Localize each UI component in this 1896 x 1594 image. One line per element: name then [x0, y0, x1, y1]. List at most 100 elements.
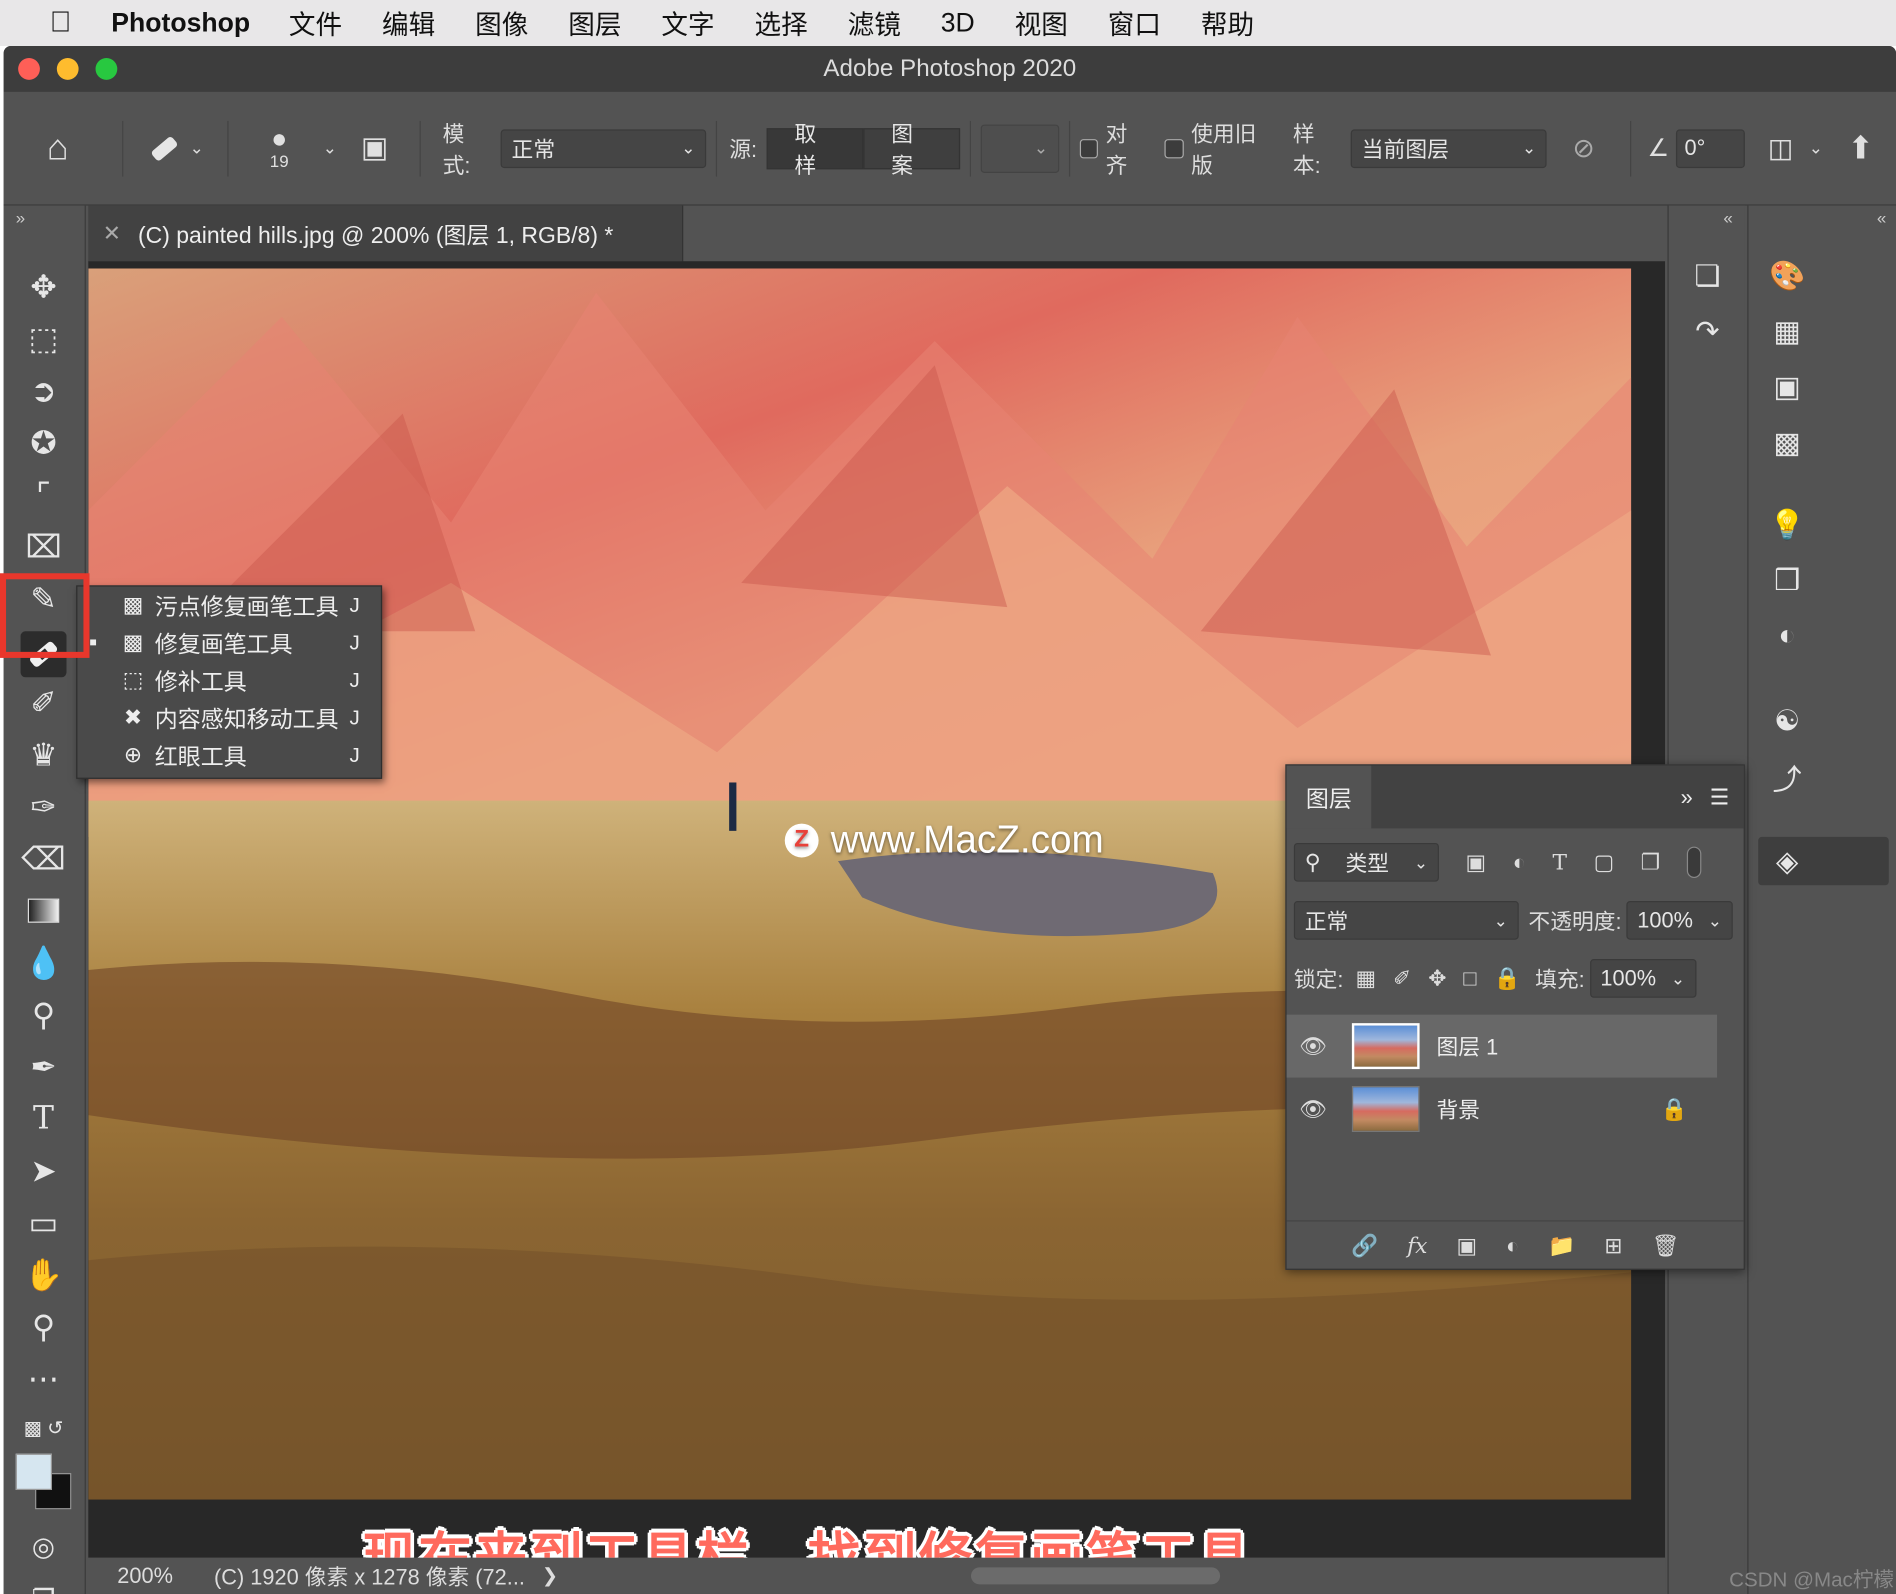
source-sampled-button[interactable]: 取样 — [766, 122, 864, 177]
flyout-item-healing-brush[interactable]: ■ ▩ 修复画笔工具 J — [77, 624, 381, 661]
filter-pixel-icon[interactable]: ▣ — [1466, 850, 1487, 875]
eraser-tool-icon[interactable]: ⌫ — [21, 836, 67, 882]
blur-tool-icon[interactable]: 💧 — [21, 940, 67, 986]
opacity-input[interactable]: 100% ⌄ — [1626, 901, 1733, 940]
flyout-item-spot-healing[interactable]: ▩ 污点修复画笔工具 J — [77, 587, 381, 624]
mode-dropdown[interactable]: 正常 ⌄ — [500, 128, 707, 168]
adjustments-panel-icon[interactable]: ◐ — [1763, 614, 1811, 658]
apple-icon[interactable]:  — [34, 6, 87, 40]
menu-file[interactable]: 文件 — [289, 4, 342, 43]
add-mask-icon[interactable]: ▣ — [1456, 1234, 1477, 1259]
filter-smart-object-icon[interactable]: ❐ — [1641, 850, 1661, 875]
new-layer-icon[interactable]: ⊞ — [1604, 1234, 1622, 1259]
clone-source-panel-icon[interactable]: ▣ — [339, 131, 410, 166]
menu-3d[interactable]: 3D — [941, 7, 975, 38]
panel-menu-icon[interactable]: ☰ — [1710, 784, 1730, 809]
menu-window[interactable]: 窗口 — [1108, 4, 1161, 43]
brush-picker[interactable]: ● 19 — [238, 125, 321, 170]
layers-tab[interactable]: 图层 — [1286, 765, 1372, 829]
lock-transparent-icon[interactable]: ▦ — [1356, 966, 1377, 991]
close-window-button[interactable] — [18, 58, 40, 80]
menu-layer[interactable]: 图层 — [568, 4, 621, 43]
layer-style-icon[interactable]: fx — [1407, 1234, 1427, 1259]
zoom-level[interactable]: 200% — [117, 1563, 214, 1588]
visibility-eye-icon[interactable]: 👁 — [1287, 1033, 1340, 1058]
chevron-down-icon[interactable]: ⌄ — [320, 138, 339, 159]
expand-toolbar-icon[interactable]: » — [16, 208, 25, 227]
screen-mode-icon[interactable]: ❐ — [21, 1577, 67, 1594]
marquee-tool-icon[interactable]: ⬚ — [21, 316, 67, 362]
new-adjustment-layer-icon[interactable]: ◐ — [1506, 1234, 1519, 1259]
aligned-checkbox[interactable] — [1079, 138, 1099, 158]
filter-type-icon[interactable]: T — [1552, 850, 1567, 875]
menu-image[interactable]: 图像 — [475, 4, 528, 43]
frame-tool-icon[interactable]: ⌧ — [21, 524, 67, 570]
delete-layer-icon[interactable]: 🗑 — [1652, 1234, 1680, 1259]
tool-preset-picker[interactable]: ⌄ — [133, 130, 218, 166]
lock-all-icon[interactable]: 🔒 — [1493, 966, 1520, 991]
collapse-panel-icon[interactable]: » — [1681, 784, 1693, 809]
brush-tool-icon[interactable]: ✐ — [21, 680, 67, 726]
layer-row[interactable]: 👁 背景 🔒 — [1287, 1078, 1717, 1141]
flyout-item-patch[interactable]: ⬚ 修补工具 J — [77, 662, 381, 699]
quick-selection-tool-icon[interactable]: ✪ — [21, 420, 67, 466]
document-tab[interactable]: ✕ (C) painted hills.jpg @ 200% (图层 1, RG… — [88, 205, 684, 262]
close-tab-icon[interactable]: ✕ — [103, 221, 121, 246]
chevron-down-icon[interactable]: ⌄ — [1806, 138, 1825, 159]
flyout-item-red-eye[interactable]: ⊕ 红眼工具 J — [77, 737, 381, 774]
lock-artboard-icon[interactable]: □ — [1463, 966, 1476, 991]
foreground-color-swatch[interactable] — [15, 1453, 52, 1490]
pattern-picker[interactable]: ⌄ — [980, 123, 1059, 173]
minimize-window-button[interactable] — [56, 58, 79, 80]
angle-input[interactable]: 0° — [1676, 128, 1745, 168]
filter-adjustment-icon[interactable]: ◐ — [1513, 850, 1526, 875]
layer-filter-dropdown[interactable]: ⚲ 类型 ⌄ — [1293, 842, 1439, 882]
path-selection-tool-icon[interactable]: ➤ — [21, 1148, 67, 1194]
gradient-tool-icon[interactable] — [21, 888, 67, 934]
sample-dropdown[interactable]: 当前图层 ⌄ — [1350, 128, 1548, 168]
rectangle-tool-icon[interactable]: ▭ — [21, 1200, 67, 1246]
document-info[interactable]: (C) 1920 像素 x 1278 像素 (72... — [214, 1560, 525, 1591]
fill-input[interactable]: 100% ⌄ — [1589, 959, 1696, 998]
more-tools-icon[interactable]: ⋯ — [21, 1356, 67, 1402]
collapse-dock-icon[interactable]: « — [1723, 208, 1732, 227]
menu-type[interactable]: 文字 — [661, 4, 714, 43]
collapse-dock-icon[interactable]: « — [1877, 208, 1886, 227]
history-panel-icon[interactable]: ↷ — [1683, 310, 1731, 354]
eyedropper-tool-icon[interactable]: ✎ — [21, 576, 67, 622]
color-panel-icon[interactable]: 🎨 — [1763, 254, 1811, 298]
layer-row[interactable]: 👁 图层 1 — [1286, 1014, 1718, 1078]
quick-mask-icon[interactable]: ◎ — [21, 1524, 67, 1570]
swatches-panel-icon[interactable]: ▦ — [1763, 310, 1811, 354]
crop-tool-icon[interactable]: ⌜ — [21, 472, 67, 518]
filter-toggle[interactable] — [1686, 846, 1702, 879]
zoom-window-button[interactable] — [95, 58, 118, 80]
libraries-panel-icon[interactable]: ❒ — [1763, 559, 1811, 603]
menu-filter[interactable]: 滤镜 — [848, 4, 901, 43]
legacy-checkbox[interactable] — [1164, 138, 1184, 158]
lock-position-icon[interactable]: ✥ — [1428, 966, 1446, 991]
zoom-tool-icon[interactable]: ⚲ — [21, 1304, 67, 1350]
visibility-eye-icon[interactable]: 👁 — [1287, 1096, 1340, 1121]
filter-shape-icon[interactable]: ▢ — [1594, 850, 1615, 875]
channels-panel-icon[interactable]: ☯ — [1763, 699, 1811, 743]
app-menu[interactable]: Photoshop — [111, 7, 250, 38]
menu-help[interactable]: 帮助 — [1201, 4, 1254, 43]
hand-tool-icon[interactable]: ✋ — [21, 1252, 67, 1298]
type-tool-icon[interactable]: T — [21, 1096, 67, 1142]
default-colors-icon[interactable]: ▩ ↺ — [21, 1405, 67, 1451]
horizontal-scrollbar[interactable] — [970, 1567, 1221, 1585]
layers-panel-tab[interactable]: ◈ — [1758, 836, 1889, 886]
learn-panel-icon[interactable]: 💡 — [1763, 503, 1811, 547]
paths-panel-icon[interactable]: ⤴ — [1763, 755, 1811, 799]
patterns-panel-icon[interactable]: ▩ — [1763, 421, 1811, 465]
menu-edit[interactable]: 编辑 — [382, 4, 435, 43]
blend-mode-dropdown[interactable]: 正常 ⌄ — [1293, 901, 1519, 940]
gradients-panel-icon[interactable]: ▣ — [1763, 365, 1811, 409]
history-brush-tool-icon[interactable]: ✑ — [21, 784, 67, 830]
source-pattern-button[interactable]: 图案 — [863, 122, 961, 177]
healing-brush-tool-icon[interactable] — [20, 631, 67, 678]
chevron-right-icon[interactable]: ❯ — [542, 1564, 558, 1588]
menu-select[interactable]: 选择 — [754, 4, 807, 43]
3d-panel-icon[interactable]: ❏ — [1683, 254, 1731, 298]
